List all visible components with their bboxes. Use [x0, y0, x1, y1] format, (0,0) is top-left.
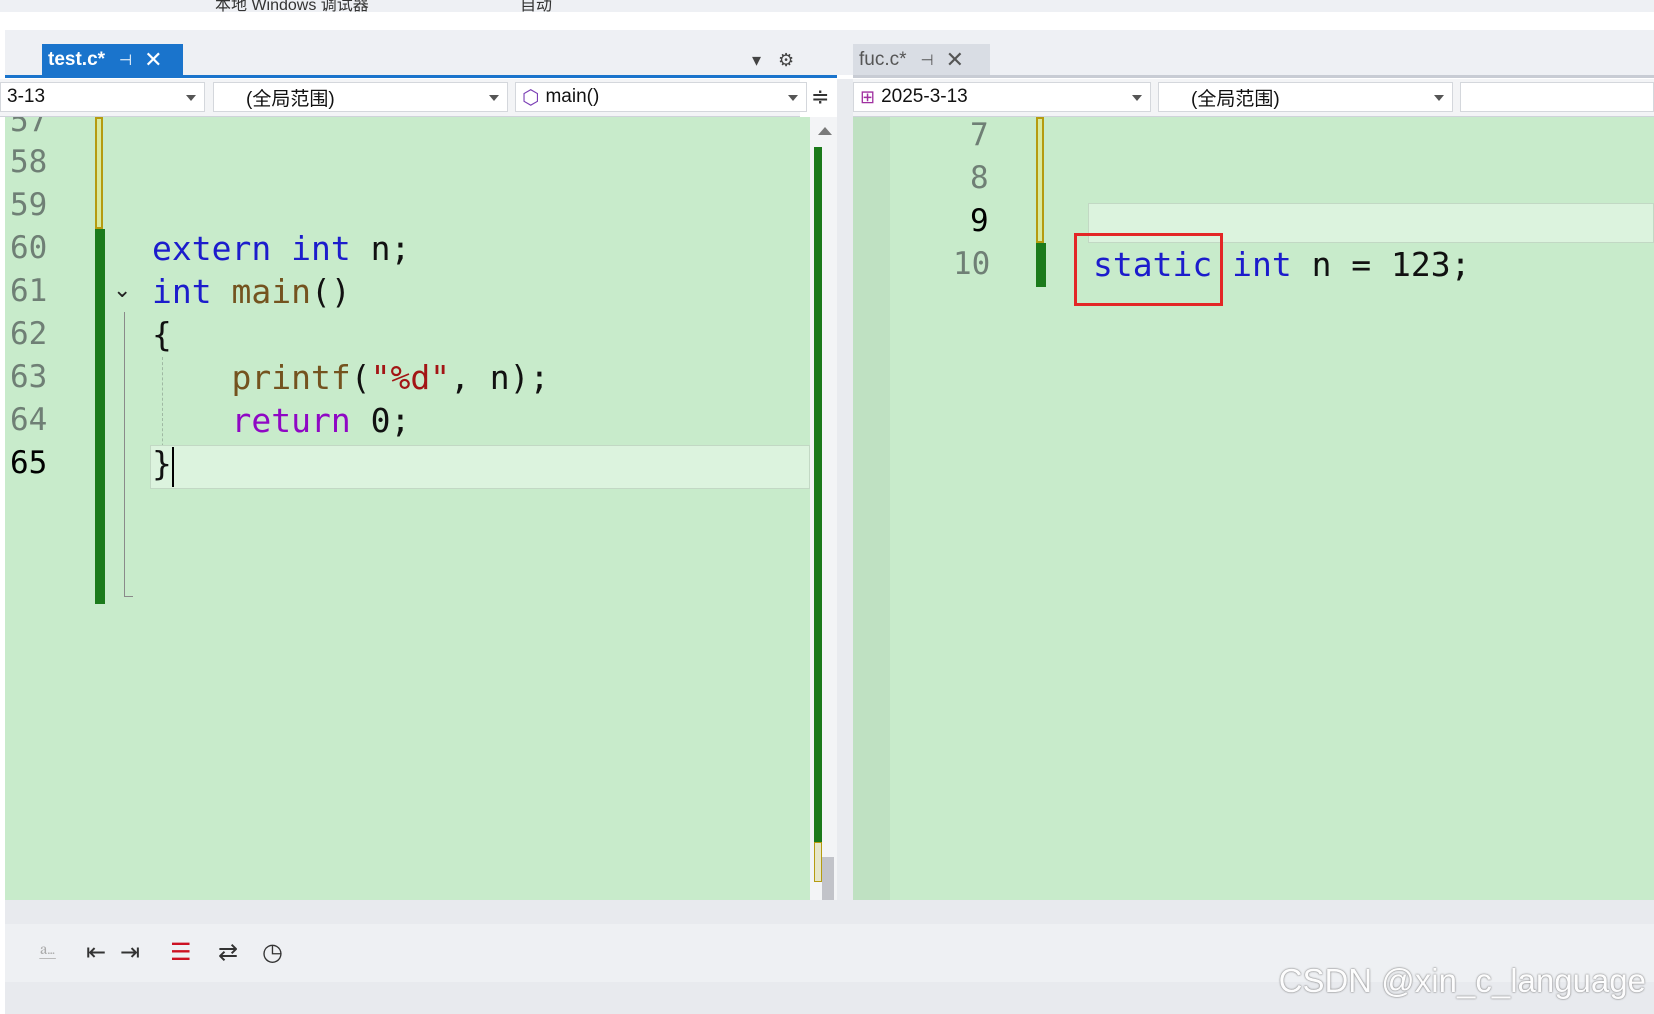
chevron-down-icon [788, 95, 798, 101]
close-icon[interactable]: ✕ [946, 48, 964, 71]
keyword: int [152, 272, 212, 311]
scope-combo-value: (全局范围) [246, 88, 335, 110]
saved-change-bar [95, 117, 103, 229]
project-icon: ⊞ [860, 86, 876, 107]
code-text: , n); [450, 358, 550, 397]
chevron-down-icon [1132, 95, 1142, 101]
line-number: 58 [10, 144, 48, 180]
remove-lines-icon[interactable]: ☰ [170, 938, 192, 967]
project-combo[interactable]: ⊞ 2025-3-13 [853, 82, 1151, 112]
highlight-box [1074, 233, 1223, 306]
code-text: () [310, 272, 351, 311]
tab-dropdown-icon[interactable]: ▾ [752, 50, 761, 71]
line-number: 59 [10, 187, 48, 223]
line-number: 7 [970, 117, 989, 153]
chevron-down-icon [1434, 95, 1444, 101]
pin-icon[interactable]: ⊣ [921, 51, 934, 69]
code-line-62: { [152, 315, 172, 354]
watermark: CSDN @xin_c_language [1278, 962, 1646, 999]
project-combo-value: 3-13 [7, 86, 46, 107]
gear-icon[interactable]: ⚙ [778, 50, 794, 71]
code-text: 0; [350, 401, 411, 440]
tab-test-c[interactable]: test.c* ⊣ ✕ [42, 44, 183, 75]
keyword: int [291, 229, 351, 268]
tab-fuc-c[interactable]: fuc.c* ⊣ ✕ [853, 44, 990, 75]
scrollbar-saved-marker [814, 842, 822, 882]
toolbar-fragment-debugger[interactable]: 本地 Windows 调试器 [215, 0, 369, 12]
text-cursor [172, 447, 174, 487]
line-number: 8 [970, 160, 989, 196]
unsaved-change-bar [1036, 243, 1046, 287]
code-line-61: int main() [152, 272, 351, 311]
project-combo-value: 2025-3-13 [881, 86, 968, 107]
scope-combo-value: (全局范围) [1191, 88, 1280, 110]
pin-icon[interactable]: ⊣ [119, 51, 132, 69]
history-icon[interactable]: ◷ [262, 938, 283, 967]
code-text: n = 123; [1291, 245, 1471, 284]
line-number: 10 [953, 246, 991, 282]
line-number: 57 [10, 117, 48, 139]
current-line-number: 9 [970, 203, 989, 239]
project-combo[interactable]: 3-13 [0, 82, 205, 112]
word-wrap-icon[interactable]: ⇄ [218, 938, 238, 967]
cube-icon: ⬡ [522, 86, 540, 109]
tab-title: test.c* [48, 48, 106, 70]
keyword: int [1232, 245, 1292, 284]
member-combo-value: main() [545, 86, 600, 107]
pane-splitter[interactable] [837, 79, 853, 900]
line-number: 63 [10, 359, 48, 395]
right-code-editor[interactable]: 7 8 9 10 static int n = 123; [853, 117, 1654, 900]
line-number: 62 [10, 316, 48, 352]
scroll-up-icon[interactable] [818, 127, 832, 135]
string-literal: "%d" [370, 358, 451, 397]
right-navigation-bar: ⊞ 2025-3-13 (全局范围) [853, 79, 1654, 117]
scrollbar-change-marker [814, 147, 822, 877]
left-navigation-bar: 3-13 (全局范围) ⬡ main() [0, 79, 807, 117]
line-number: 60 [10, 230, 48, 266]
outdent-icon[interactable]: ⇤ [86, 938, 106, 967]
editor-margin [853, 117, 890, 900]
function-name: printf [231, 358, 351, 397]
unsaved-change-bar [95, 229, 105, 604]
scope-combo[interactable]: (全局范围) [213, 82, 508, 112]
chevron-down-icon [489, 95, 499, 101]
member-combo[interactable]: ⬡ main() [515, 82, 807, 112]
comment-icon[interactable]: ⎁ [38, 938, 57, 966]
member-combo[interactable] [1460, 82, 1654, 112]
code-text: { [152, 315, 172, 354]
collapse-chevron-icon[interactable]: ⌄ [113, 277, 131, 303]
scroll-thumb[interactable] [822, 857, 834, 900]
tab-strip [5, 30, 1654, 75]
outline-end [124, 596, 133, 597]
code-text: ( [350, 358, 371, 397]
line-number: 61 [10, 273, 48, 309]
outline-line [124, 312, 125, 597]
tab-title: fuc.c* [859, 48, 907, 70]
active-tab-underline [5, 75, 837, 78]
code-line-60: extern int n; [152, 229, 410, 268]
panel-splitter[interactable] [5, 900, 1654, 924]
function-name: main [231, 272, 311, 311]
tab-underline [853, 75, 1654, 78]
control-keyword: return [231, 401, 351, 440]
keyword: extern [152, 229, 272, 268]
line-number: 64 [10, 402, 48, 438]
current-line-number: 65 [10, 445, 48, 481]
code-text: n; [350, 229, 411, 268]
current-line-highlight [150, 445, 810, 489]
code-text: } [152, 444, 172, 483]
toolbar-fragment-config[interactable]: 自动 [520, 0, 552, 12]
code-line-65: } [152, 444, 172, 483]
scope-combo[interactable]: (全局范围) [1158, 82, 1453, 112]
split-icon[interactable]: ≑ [811, 84, 829, 110]
top-toolbar: 本地 Windows 调试器 自动 [0, 0, 1654, 12]
saved-change-bar [1036, 117, 1044, 243]
left-code-editor[interactable]: 57 58 59 60 61 62 63 64 65 ⌄ extern int … [5, 117, 837, 900]
code-line-64: return 0; [152, 401, 410, 440]
close-icon[interactable]: ✕ [144, 48, 162, 71]
code-line-63: printf("%d", n); [152, 358, 549, 397]
indent-icon[interactable]: ⇥ [120, 938, 140, 967]
chevron-down-icon [186, 95, 196, 101]
